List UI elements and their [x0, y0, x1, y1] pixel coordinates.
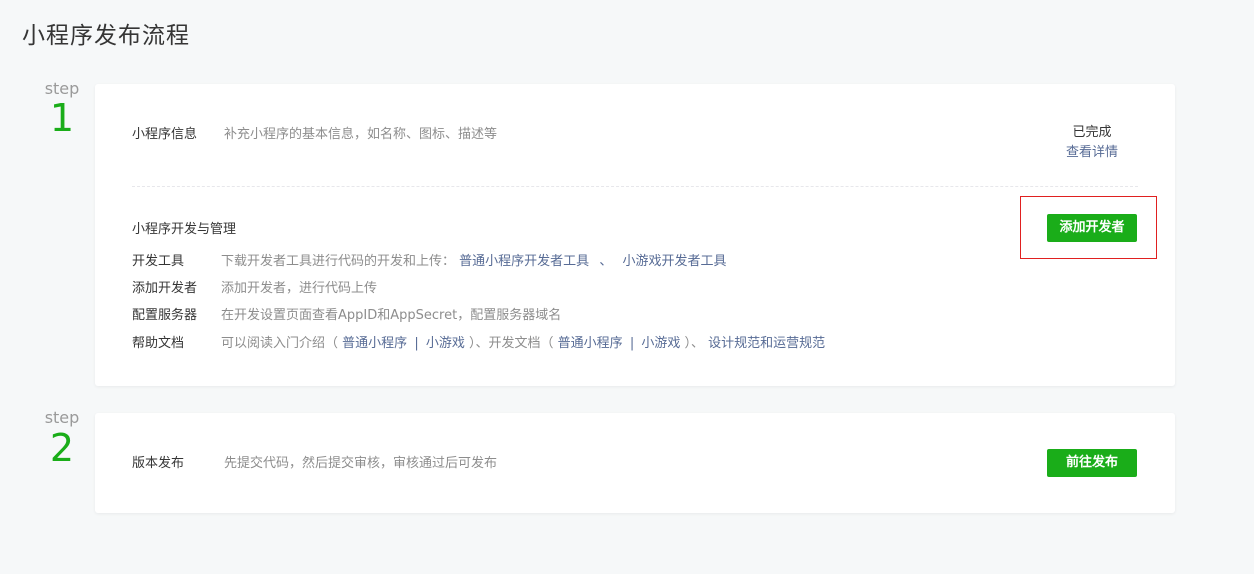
help-pipe-a: | — [414, 336, 419, 351]
tool-row-label-add-dev: 添加开发者 — [132, 281, 198, 296]
tool-row-desc-add-dev: 添加开发者，进行代码上传 — [221, 281, 378, 296]
publish-title: 版本发布 — [132, 456, 185, 471]
dev-section-title: 小程序开发与管理 — [132, 222, 237, 237]
step-2-label: step — [44, 408, 80, 427]
devtools-sep: 、 — [599, 254, 613, 269]
help-pipe-b: | — [629, 336, 635, 351]
devtools-link-game[interactable]: 小游戏开发者工具 — [622, 254, 726, 269]
tool-row-desc-server: 在开发设置页面查看AppID和AppSecret，配置服务器域名 — [221, 308, 562, 323]
step-1-number: 1 — [49, 96, 75, 140]
devtools-link-normal[interactable]: 普通小程序开发者工具 — [459, 254, 589, 269]
tool-row-label-help: 帮助文档 — [132, 336, 185, 351]
step-1-card: 小程序信息 补充小程序的基本信息，如名称、图标、描述等 已完成 查看详情 小程序… — [95, 84, 1175, 386]
help-link-doc-game[interactable]: 小游戏 — [641, 336, 680, 351]
tool-row-desc-help: 可以阅读入门介绍（ 普通小程序 | 小游戏 ）、开发文档（ 普通小程序 | 小游… — [221, 332, 825, 351]
status-badge: 已完成 — [1072, 125, 1112, 140]
publish-desc: 先提交代码，然后提交审核，审核通过后可发布 — [224, 456, 498, 471]
step-2-card: 版本发布 先提交代码，然后提交审核，审核通过后可发布 前往发布 — [95, 413, 1175, 513]
help-desc-a: 可以阅读入门介绍（ — [221, 336, 339, 351]
devtools-desc-text: 下载开发者工具进行代码的开发和上传： — [221, 254, 456, 269]
help-desc-b: ）、开发文档（ — [469, 336, 554, 351]
help-link-design[interactable]: 设计规范和运营规范 — [708, 336, 825, 351]
help-link-intro-normal[interactable]: 普通小程序 — [342, 336, 407, 351]
tool-row-desc-devtools: 下载开发者工具进行代码的开发和上传： 普通小程序开发者工具 、 小游戏开发者工具 — [221, 250, 726, 269]
view-details-link[interactable]: 查看详情 — [1047, 141, 1137, 160]
tool-row-label-server: 配置服务器 — [132, 308, 198, 323]
info-desc: 补充小程序的基本信息，如名称、图标、描述等 — [224, 127, 498, 142]
tool-row-label-devtools: 开发工具 — [132, 254, 185, 269]
go-publish-button[interactable]: 前往发布 — [1047, 449, 1137, 477]
step-2-number: 2 — [49, 426, 75, 470]
help-desc-c: ）、 — [684, 336, 705, 351]
help-link-intro-game[interactable]: 小游戏 — [426, 336, 465, 351]
page-title: 小程序发布流程 — [22, 23, 190, 49]
help-link-doc-normal[interactable]: 普通小程序 — [558, 336, 623, 351]
add-developer-button[interactable]: 添加开发者 — [1047, 214, 1137, 242]
divider — [132, 186, 1138, 187]
info-title: 小程序信息 — [132, 127, 198, 142]
